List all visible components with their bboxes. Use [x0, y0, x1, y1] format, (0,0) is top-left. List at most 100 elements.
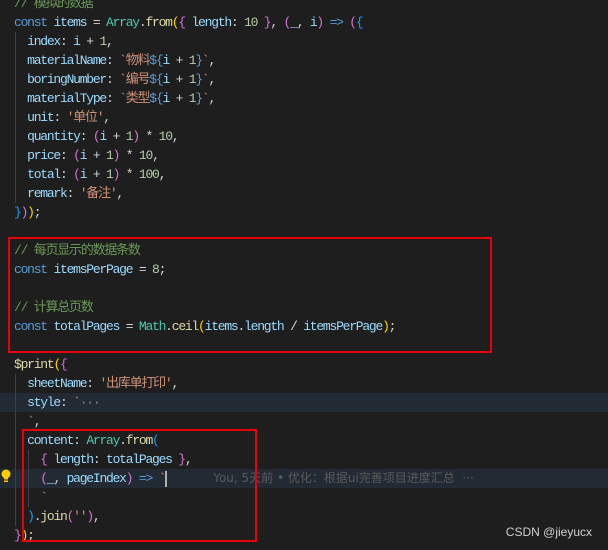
indent-guide — [15, 70, 16, 89]
code-token: Array — [106, 15, 140, 30]
code-token: = — [86, 15, 107, 30]
code-token: : — [86, 376, 100, 391]
code-line[interactable]: total: (i + 1) * 100, — [0, 165, 608, 184]
code-token: length — [184, 15, 232, 30]
code-token: , — [270, 15, 284, 30]
code-token: , — [171, 376, 179, 391]
code-token: style — [14, 395, 61, 410]
code-token: } — [14, 528, 22, 543]
code-token: '备注' — [79, 186, 118, 201]
code-token: + — [106, 129, 126, 144]
indent-guide — [15, 431, 16, 450]
indent-guide — [15, 393, 16, 412]
code-line[interactable]: price: (i + 1) * 10, — [0, 146, 608, 165]
indent-guide — [15, 89, 16, 108]
indent-guide — [15, 165, 16, 184]
lightbulb-icon[interactable] — [1, 469, 11, 483]
code-token: , — [103, 110, 111, 125]
code-token: + — [169, 91, 189, 106]
code-token: + — [79, 34, 100, 49]
code-line[interactable]: // 模拟的数据 — [0, 0, 608, 13]
code-token: : — [79, 129, 93, 144]
code-token: : — [60, 34, 74, 49]
code-token: * — [119, 167, 139, 182]
code-token: _ — [290, 15, 298, 30]
code-token: : — [66, 186, 80, 201]
code-token: , — [208, 91, 216, 106]
code-token: : — [106, 72, 120, 87]
code-token: + — [86, 167, 107, 182]
code-line[interactable]: const items = Array.from({ length: 10 },… — [0, 13, 608, 32]
watermark: CSDN @jieyucx — [505, 525, 592, 539]
code-token: materialName — [14, 53, 107, 68]
code-token: ` — [14, 414, 35, 429]
code-token: quantity — [14, 129, 81, 144]
code-token: index — [14, 34, 61, 49]
code-token: ${ — [149, 53, 163, 68]
code-token: ··· — [79, 395, 101, 410]
code-token: materialType — [14, 91, 107, 106]
code-line[interactable]: })); — [0, 203, 608, 222]
code-line[interactable]: $print({ — [0, 355, 608, 374]
code-token: sheetName — [14, 376, 87, 391]
code-line[interactable]: unit: '单位', — [0, 108, 608, 127]
code-token: : — [106, 91, 120, 106]
code-token: `物料 — [119, 53, 150, 68]
indent-guide — [15, 412, 16, 431]
indent-guide — [15, 374, 16, 393]
code-token: { — [178, 15, 186, 30]
code-token: $print — [14, 357, 55, 372]
code-token: => — [323, 15, 350, 30]
code-line[interactable]: boringNumber: `编号${i + 1}`, — [0, 70, 608, 89]
code-token: ` — [73, 395, 81, 410]
code-token: '单位' — [66, 110, 105, 125]
code-token: ) — [316, 15, 324, 30]
code-token: from — [145, 15, 173, 30]
code-token: , — [33, 414, 42, 429]
code-line[interactable]: quantity: (i + 1) * 10, — [0, 127, 608, 146]
code-line[interactable]: style: `··· — [0, 393, 608, 412]
indent-guide — [15, 51, 16, 70]
code-token: 10 — [244, 15, 258, 30]
code-line[interactable]: sheetName: '出库单打印', — [0, 374, 608, 393]
code-token: 1 — [106, 167, 114, 182]
indent-guide — [15, 127, 16, 146]
code-token: , — [152, 148, 160, 163]
indent-guide — [15, 488, 16, 507]
code-token: : — [106, 53, 120, 68]
code-token: ${ — [149, 91, 163, 106]
code-line[interactable]: index: i + 1, — [0, 32, 608, 51]
code-token: '出库单打印' — [99, 376, 172, 391]
code-token: : — [230, 15, 245, 30]
code-line[interactable]: remark: '备注', — [0, 184, 608, 203]
code-token: price — [14, 148, 61, 163]
code-line[interactable]: materialName: `物料${i + 1}`, — [0, 51, 608, 70]
code-token: + — [86, 148, 107, 163]
code-token: ${ — [149, 72, 163, 87]
highlight-box-content — [22, 429, 257, 542]
code-token: boringNumber — [14, 72, 107, 87]
code-token: // 模拟的数据 — [14, 0, 94, 11]
code-token: ) — [27, 205, 35, 220]
code-token: unit — [14, 110, 55, 125]
code-token: total — [14, 167, 61, 182]
code-token: 10 — [138, 148, 153, 163]
code-token: + — [169, 53, 189, 68]
code-token: ) — [132, 129, 140, 144]
code-token: , — [171, 129, 180, 144]
code-token: : — [53, 110, 67, 125]
code-token: ; — [33, 205, 42, 220]
indent-guide — [15, 450, 16, 469]
code-token: } — [195, 91, 203, 106]
code-token: 1 — [106, 148, 114, 163]
code-token: { — [60, 357, 68, 372]
code-token: items — [53, 15, 87, 30]
indent-guide — [15, 108, 16, 127]
code-token: * — [119, 148, 139, 163]
code-token: 10 — [158, 129, 173, 144]
code-token: { — [355, 15, 364, 30]
code-token: : — [60, 148, 74, 163]
code-token: const — [14, 15, 54, 30]
code-token: } — [14, 205, 22, 220]
code-line[interactable]: materialType: `类型${i + 1}`, — [0, 89, 608, 108]
